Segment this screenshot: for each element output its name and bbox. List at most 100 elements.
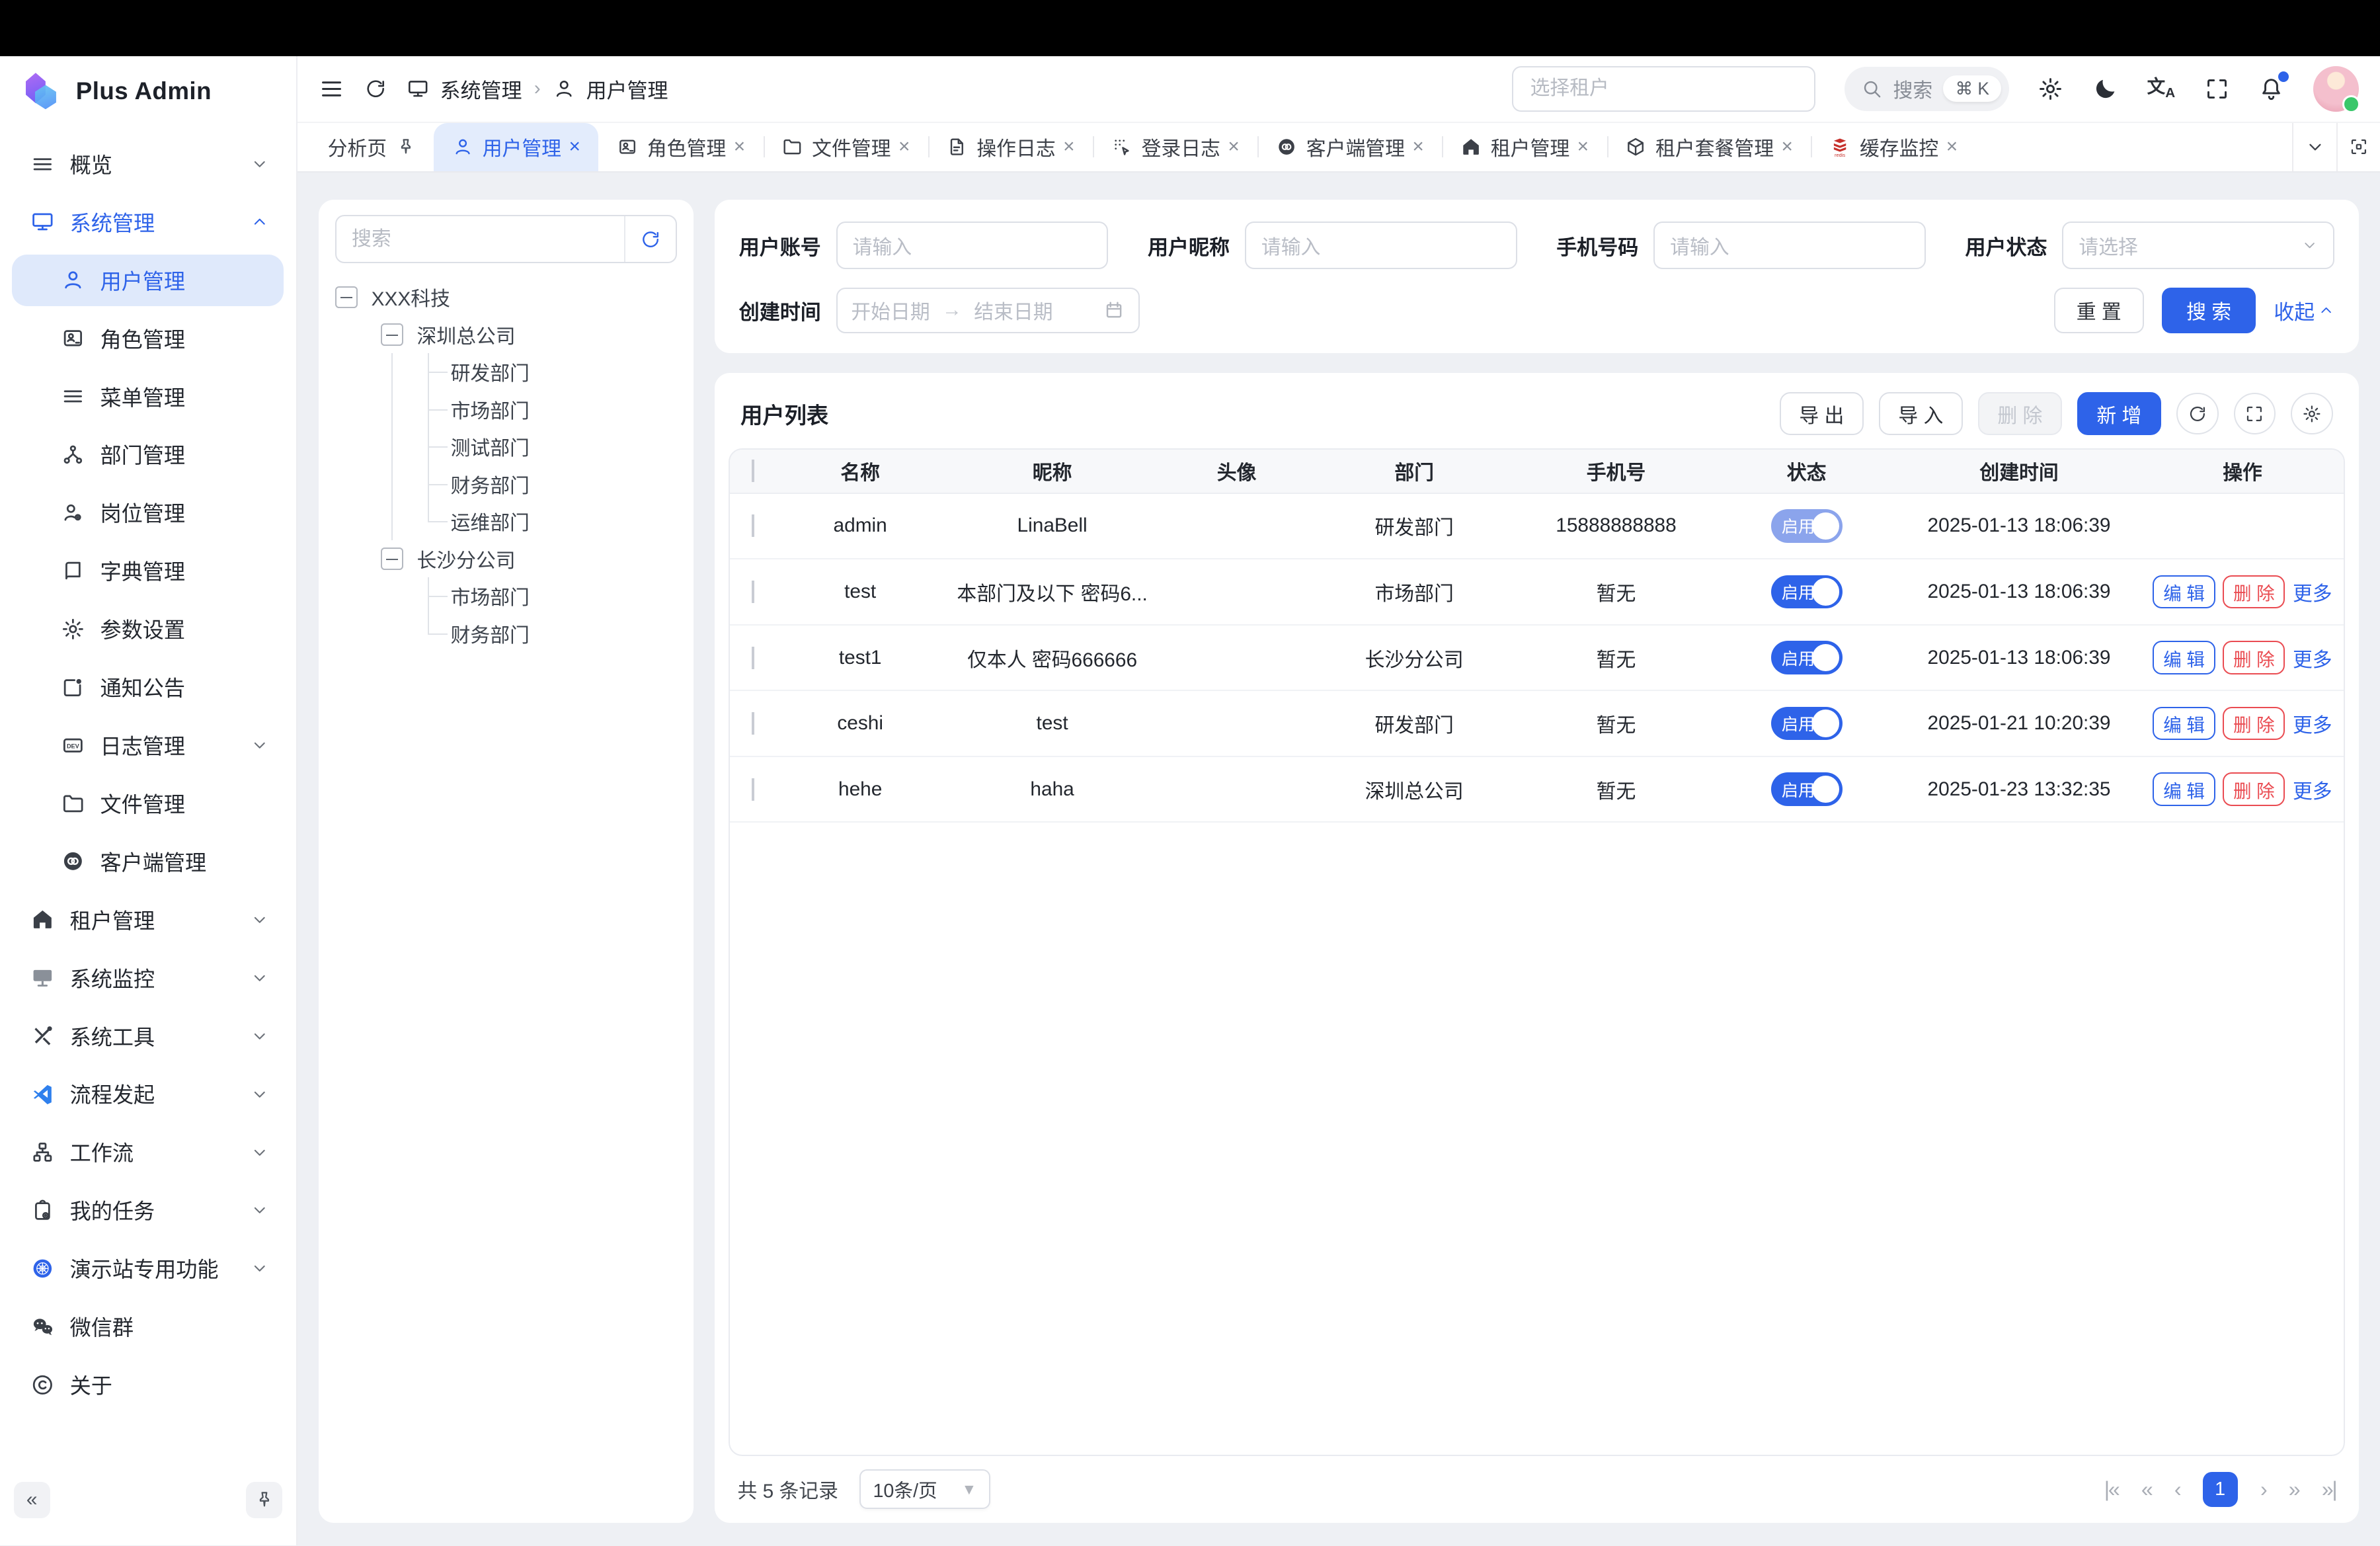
translate-icon[interactable]: 文A (2147, 77, 2175, 100)
status-toggle[interactable]: 启用 (1771, 509, 1843, 543)
tree-search-input[interactable] (337, 228, 624, 251)
sidebar-item[interactable]: 客户端管理 (12, 836, 284, 887)
delete-row-button[interactable]: 删 除 (2223, 707, 2285, 741)
tree-node[interactable]: 深圳总公司 (335, 316, 677, 353)
sidebar-item[interactable]: 岗位管理 (12, 487, 284, 538)
tenant-select-input[interactable] (1512, 66, 1815, 112)
status-toggle[interactable]: 启用 (1771, 575, 1843, 609)
sidebar-item[interactable]: 菜单管理 (12, 371, 284, 423)
tree-refresh-icon[interactable] (624, 216, 676, 262)
page-tab[interactable]: 文件管理 × (764, 123, 928, 171)
more-button[interactable]: 更多 (2293, 643, 2332, 672)
filter-input[interactable]: 请输入 (1653, 222, 1926, 270)
pin-icon[interactable] (396, 137, 416, 157)
sidebar-item[interactable]: DEV 日志管理 (12, 719, 284, 771)
column-header[interactable]: 昵称 (943, 456, 1160, 485)
tab-close-icon[interactable]: × (1577, 136, 1589, 158)
page-tab[interactable]: 租户管理 × (1442, 123, 1606, 171)
settings-gear-icon[interactable] (2038, 76, 2063, 102)
delete-row-button[interactable]: 删 除 (2223, 575, 2285, 609)
tree-node[interactable]: 财务部门 (335, 466, 677, 503)
import-button[interactable]: 导 入 (1879, 392, 1963, 434)
dark-mode-moon-icon[interactable] (2092, 76, 2118, 102)
sidebar-item[interactable]: 角色管理 (12, 313, 284, 364)
tree-node[interactable]: 市场部门 (335, 391, 677, 428)
first-page-button[interactable]: |« (2104, 1477, 2119, 1502)
sidebar-item[interactable]: 部门管理 (12, 428, 284, 480)
user-avatar[interactable] (2313, 66, 2359, 112)
sidebar-item[interactable]: 参数设置 (12, 603, 284, 655)
tree-node[interactable]: 测试部门 (335, 428, 677, 465)
tree-node[interactable]: 研发部门 (335, 353, 677, 390)
select-all-checkbox[interactable] (752, 460, 754, 482)
page-tab[interactable]: 登录日志 × (1093, 123, 1257, 171)
sidebar-item[interactable]: 租户管理 (12, 894, 284, 946)
tree-node[interactable]: 运维部门 (335, 503, 677, 540)
breadcrumb-item[interactable]: 用户管理 (586, 74, 668, 104)
tab-close-icon[interactable]: × (1063, 136, 1074, 158)
table-refresh-icon[interactable] (2176, 393, 2219, 435)
page-tab[interactable]: 分析页 (309, 123, 434, 171)
tab-close-icon[interactable]: × (734, 136, 745, 158)
edit-button[interactable]: 编 辑 (2153, 707, 2215, 741)
page-tab[interactable]: 租户套餐管理 × (1607, 123, 1811, 171)
tree-node[interactable]: XXX科技 (335, 278, 677, 315)
app-logo[interactable]: Plus Admin (0, 56, 296, 126)
prev-group-button[interactable]: « (2141, 1477, 2152, 1502)
sidebar-collapse-button[interactable]: « (14, 1482, 50, 1518)
collapse-filters-link[interactable]: 收起 (2274, 296, 2334, 325)
status-toggle[interactable]: 启用 (1771, 707, 1843, 741)
next-group-button[interactable]: » (2289, 1477, 2299, 1502)
reset-button[interactable]: 重 置 (2054, 288, 2144, 333)
page-tab[interactable]: 操作日志 × (928, 123, 1093, 171)
tabs-dropdown-chevron-icon[interactable] (2292, 123, 2336, 171)
sidebar-item[interactable]: 用户管理 (12, 255, 284, 306)
prev-page-button[interactable]: ‹ (2174, 1477, 2180, 1502)
status-toggle[interactable]: 启用 (1771, 772, 1843, 806)
last-page-button[interactable]: »| (2322, 1477, 2336, 1502)
column-header[interactable]: 创建时间 (1897, 456, 2141, 485)
tree-collapse-box[interactable] (335, 286, 358, 309)
refresh-icon[interactable] (364, 77, 387, 100)
tree-node[interactable]: 财务部门 (335, 614, 677, 651)
more-button[interactable]: 更多 (2293, 709, 2332, 738)
sidebar-item[interactable]: 系统监控 (12, 952, 284, 1004)
sidebar-item[interactable]: 文件管理 (12, 778, 284, 829)
notification-bell-icon[interactable] (2258, 76, 2284, 102)
sidebar-item[interactable]: 系统工具 (12, 1010, 284, 1062)
page-tab[interactable]: 角色管理 × (598, 123, 763, 171)
current-page[interactable]: 1 (2203, 1472, 2238, 1507)
row-checkbox[interactable] (752, 778, 754, 801)
breadcrumb-item[interactable]: 系统管理 (440, 74, 522, 104)
more-button[interactable]: 更多 (2293, 577, 2332, 606)
page-size-select[interactable]: 10条/页 ▼ (859, 1469, 990, 1509)
status-toggle[interactable]: 启用 (1771, 641, 1843, 674)
filter-input[interactable]: 请输入 (836, 222, 1109, 270)
export-button[interactable]: 导 出 (1780, 392, 1864, 434)
sidebar-item[interactable]: 系统管理 (12, 196, 284, 248)
tree-node[interactable]: 市场部门 (335, 577, 677, 614)
fullscreen-icon[interactable] (2204, 76, 2230, 102)
column-header[interactable]: 部门 (1312, 456, 1516, 485)
delete-row-button[interactable]: 删 除 (2223, 772, 2285, 806)
row-checkbox[interactable] (752, 712, 754, 735)
sidebar-pin-button[interactable] (246, 1482, 282, 1518)
row-checkbox[interactable] (752, 514, 754, 537)
next-page-button[interactable]: › (2260, 1477, 2266, 1502)
sidebar-item[interactable]: 微信群 (12, 1301, 284, 1352)
edit-button[interactable]: 编 辑 (2153, 772, 2215, 806)
sidebar-item[interactable]: 通知公告 (12, 661, 284, 713)
search-button[interactable]: 搜 索 (2162, 288, 2255, 333)
column-header[interactable]: 手机号 (1516, 456, 1716, 485)
column-header[interactable]: 操作 (2141, 456, 2344, 485)
tab-close-icon[interactable]: × (1228, 136, 1239, 158)
tab-close-icon[interactable]: × (1412, 136, 1423, 158)
column-header[interactable]: 状态 (1716, 456, 1897, 485)
column-header[interactable]: 名称 (777, 456, 944, 485)
tab-close-icon[interactable]: × (1782, 136, 1793, 158)
tab-close-icon[interactable]: × (898, 136, 910, 158)
tree-collapse-box[interactable] (381, 548, 403, 570)
filter-input[interactable]: 请选择 (2062, 222, 2334, 270)
delete-button[interactable]: 删 除 (1978, 392, 2062, 434)
row-checkbox[interactable] (752, 581, 754, 603)
